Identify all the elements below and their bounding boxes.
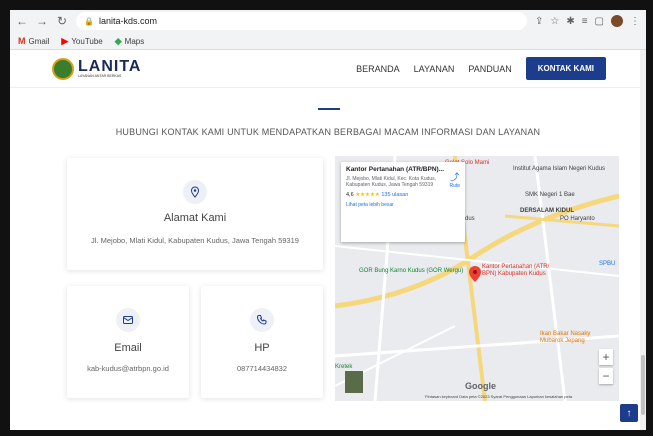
map-label-ikan: Ikan Bakar Nasaky Mubarok Jepang [540,331,591,344]
window-icon[interactable]: ▢ [595,16,604,27]
phone-icon [250,308,274,332]
map-label-institut: Institut Agama Islam Negeri Kudus [513,166,606,172]
reviews-link[interactable]: 135 ulasan [381,192,408,198]
google-map-embed[interactable]: Gelat Solo Mami Institut Agama Islam Neg… [335,156,619,401]
scroll-thumb[interactable] [641,355,645,415]
map-footer: Pintasan keyboard Data peta ©2023 Syarat… [425,394,573,399]
logo-subtitle: LAYANAN ANTAR BERKAS [78,73,122,78]
zoom-out-button[interactable]: − [599,368,613,384]
address-text: Jl. Mejobo, Mlati Kidul, Kabupaten Kudus… [91,236,299,245]
address-bar[interactable]: 🔒 lanita-kds.com [76,12,527,30]
map-info-address: Jl. Mejobo, Mlati Kidul, Kec. Kota Kudus… [346,176,437,189]
phone-title: HP [254,342,270,354]
map-label-gor: GOR Bung Karno Kudus (GOR Wergu) [359,268,464,274]
site-header: LANITA LAYANAN ANTAR BERKAS BERANDA LAYA… [10,50,646,88]
maps-icon: ◆ [114,35,122,46]
map-label-kudus: dus [465,216,475,222]
bookmark-youtube[interactable]: ▶ YouTube [61,36,102,47]
map-label-kretek: Kretek [335,364,353,370]
contact-button[interactable]: KONTAK KAMI [525,57,606,80]
location-pin-icon [183,180,207,204]
main-nav: BERANDA LAYANAN PANDUAN KONTAK KAMI [356,57,606,80]
url-text: lanita-kds.com [98,16,157,26]
forward-icon[interactable]: → [36,14,48,28]
nav-layanan[interactable]: LAYANAN [414,64,455,74]
profile-avatar[interactable] [611,15,623,27]
phone-card: HP 087714434832 [201,286,323,398]
map-info-card: Kantor Pertanahan (ATR/BPN)... Jl. Mejob… [341,162,465,242]
logo-emblem-icon [52,57,74,80]
address-title: Alamat Kami [163,212,227,224]
star-icon[interactable]: ☆ [550,16,559,27]
logo[interactable]: LANITA LAYANAN ANTAR BERKAS [52,57,142,80]
gmail-icon: M [18,36,26,46]
back-icon[interactable]: ← [16,14,28,28]
menu-list-icon[interactable]: ≡ [582,16,588,27]
youtube-icon: ▶ [61,35,69,46]
google-logo: Google [465,381,496,391]
toolbar: ← → ↻ 🔒 lanita-kds.com ⇪ ☆ ✱ ≡ ▢ ⋮ [10,10,646,32]
envelope-icon [116,308,140,332]
address-card: Alamat Kami Jl. Mejobo, Mlati Kidul, Kab… [67,158,323,270]
back-to-top-button[interactable]: ↑ [620,404,638,422]
map-label-po: PO Haryanto [560,216,595,222]
rating-stars-icon: ★★★★★ [355,191,380,198]
browser-window: ← → ↻ 🔒 lanita-kds.com ⇪ ☆ ✱ ≡ ▢ ⋮ M Gmai… [10,10,646,430]
map-pin-label: Kantor Pertanahan (ATR/ BPN) Kabupaten K… [482,264,550,277]
map-label-smk: SMK Negeri 1 Bae [525,192,575,198]
bookmarks-bar: M Gmail ▶ YouTube ◆ Maps [10,32,646,50]
directions-button[interactable]: ⤴ Rute [449,170,460,189]
zoom-in-button[interactable]: + [599,349,613,365]
extensions-icon[interactable]: ✱ [566,16,574,27]
larger-map-link[interactable]: Lihat peta lebih besar [346,202,460,208]
map-pin-icon[interactable] [469,266,481,282]
logo-title: LANITA [78,57,142,75]
bookmark-gmail[interactable]: M Gmail [18,36,49,46]
phone-text[interactable]: 087714434832 [237,364,287,373]
share-icon[interactable]: ⇪ [535,16,543,27]
section-title: HUBUNGI KONTAK KAMI UNTUK MENDAPATKAN BE… [115,127,541,137]
bookmark-maps[interactable]: ◆ Maps [115,36,144,47]
map-label-dersalam: DERSALAM KIDUL [520,208,574,214]
toolbar-icons: ⇪ ☆ ✱ ≡ ▢ ⋮ [535,15,640,27]
page-scrollbar[interactable] [640,50,646,430]
browser-chrome: ← → ↻ 🔒 lanita-kds.com ⇪ ☆ ✱ ≡ ▢ ⋮ M Gmai… [10,10,646,50]
map-info-rating: 4,6 ★★★★★ 135 ulasan [346,191,409,198]
map-info-title: Kantor Pertanahan (ATR/BPN)... [346,166,445,173]
more-icon[interactable]: ⋮ [630,16,640,27]
reload-icon[interactable]: ↻ [56,14,68,28]
lock-icon: 🔒 [84,16,94,26]
email-card: Email kab-kudus@atrbpn.go.id [67,286,189,398]
map-label-spbu: SPBU [599,261,616,267]
nav-panduan[interactable]: PANDUAN [468,64,511,74]
arrow-up-icon: ↑ [626,407,632,419]
email-text[interactable]: kab-kudus@atrbpn.go.id [87,364,169,373]
section-accent-line [318,108,340,110]
nav-beranda[interactable]: BERANDA [356,64,400,74]
email-title: Email [114,342,142,354]
directions-icon: ⤴ [450,172,460,182]
